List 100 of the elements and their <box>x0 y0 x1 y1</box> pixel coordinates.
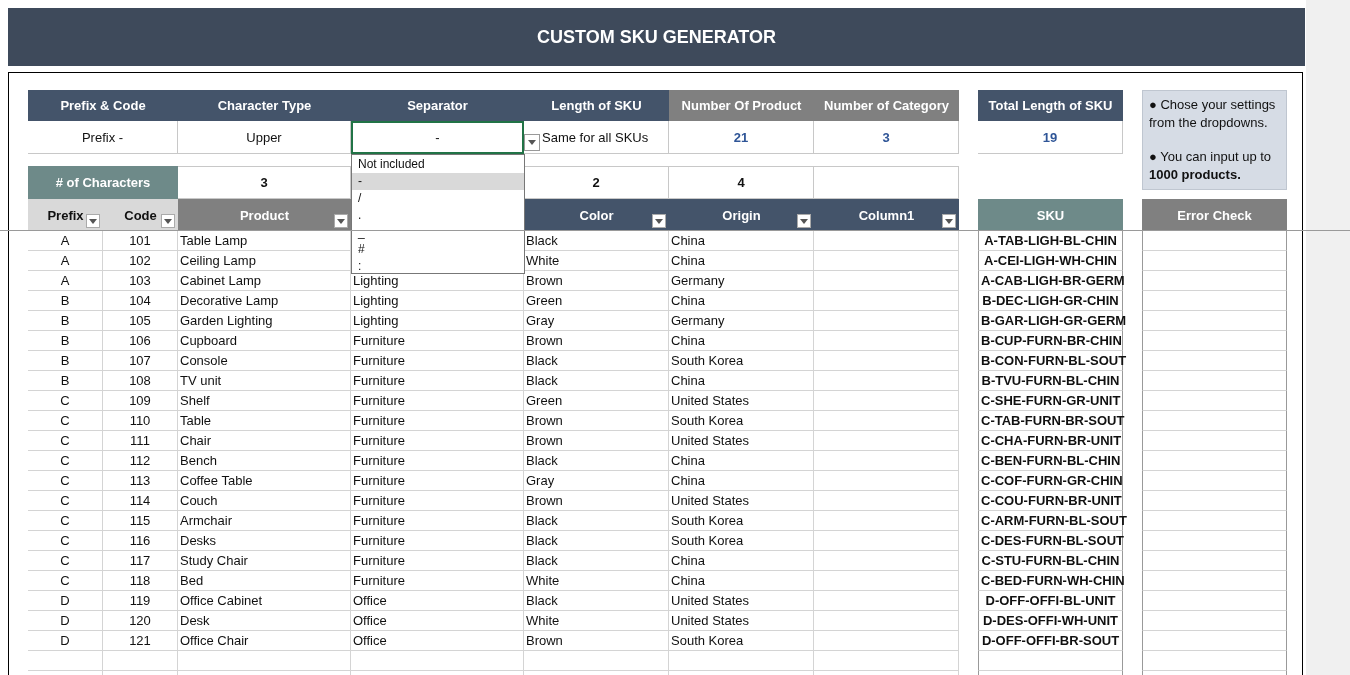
filter-button[interactable] <box>652 214 666 228</box>
table-cell: Desks <box>178 531 351 551</box>
table-cell: United States <box>669 491 814 511</box>
caret-icon <box>89 218 97 224</box>
setting-value[interactable]: 21 <box>669 121 814 154</box>
table-cell: Germany <box>669 311 814 331</box>
table-cell: Furniture <box>351 571 524 591</box>
column-title: Color <box>579 207 614 223</box>
table-cell: 108 <box>103 371 178 391</box>
setting-header: Character Type <box>178 90 351 121</box>
filter-button[interactable] <box>797 214 811 228</box>
table-cell: D <box>28 631 103 651</box>
sku-cell: D-DES-OFFI-WH-UNIT <box>978 611 1123 631</box>
filter-button[interactable] <box>86 214 100 228</box>
caret-icon <box>945 218 953 224</box>
setting-value[interactable]: Same for all SKUs <box>524 121 669 154</box>
table-cell: C <box>28 391 103 411</box>
table-cell: United States <box>669 591 814 611</box>
dropdown-option[interactable]: # <box>352 241 524 258</box>
filter-button[interactable] <box>942 214 956 228</box>
note-text: ● Chose your settings from the dropdowns. <box>1149 96 1277 132</box>
table-cell: Lighting <box>351 291 524 311</box>
table-cell: Green <box>524 291 669 311</box>
table-cell: South Korea <box>669 411 814 431</box>
sku-cell: C-BEN-FURN-BL-CHIN <box>978 451 1123 471</box>
dropdown-option[interactable]: . <box>352 207 524 224</box>
table-cell: Chair <box>178 431 351 451</box>
column-header: SKU <box>978 199 1123 231</box>
dropdown-option[interactable]: Not included <box>352 156 524 173</box>
table-cell: Bed <box>178 571 351 591</box>
table-cell: Bench <box>178 451 351 471</box>
table-cell: Cabinet Lamp <box>178 271 351 291</box>
sheet-title: CUSTOM SKU GENERATOR <box>537 26 776 48</box>
total-length-value: 19 <box>978 121 1123 154</box>
filter-button[interactable] <box>161 214 175 228</box>
table-cell: C <box>28 451 103 471</box>
table-cell: 120 <box>103 611 178 631</box>
table-cell: 113 <box>103 471 178 491</box>
table-cell: United States <box>669 431 814 451</box>
table-cell: Office <box>351 631 524 651</box>
table-cell: Brown <box>524 431 669 451</box>
table-cell: TV unit <box>178 371 351 391</box>
table-cell: Furniture <box>351 411 524 431</box>
sku-cell: C-DES-FURN-BL-SOUT <box>978 531 1123 551</box>
column-title: Column1 <box>858 207 915 223</box>
filter-button[interactable] <box>334 214 348 228</box>
dropdown-option[interactable]: / <box>352 190 524 207</box>
sku-cell: C-SHE-FURN-GR-UNIT <box>978 391 1123 411</box>
table-cell: South Korea <box>669 531 814 551</box>
sku-cell: C-CHA-FURN-BR-UNIT <box>978 431 1123 451</box>
characters-value[interactable]: 2 <box>524 166 669 199</box>
table-cell: Brown <box>524 411 669 431</box>
characters-value[interactable]: 4 <box>669 166 814 199</box>
table-cell: Desk <box>178 611 351 631</box>
table-cell: Brown <box>524 631 669 651</box>
table-cell: D <box>28 591 103 611</box>
sku-cell: B-DEC-LIGH-GR-CHIN <box>978 291 1123 311</box>
table-cell: Armchair <box>178 511 351 531</box>
setting-header: Separator <box>351 90 524 121</box>
table-cell: China <box>669 251 814 271</box>
setting-value[interactable]: Prefix - <box>28 121 178 154</box>
caret-icon <box>800 218 808 224</box>
setting-value[interactable]: - <box>351 121 524 154</box>
characters-value[interactable]: 3 <box>178 166 351 199</box>
setting-value[interactable]: Upper <box>178 121 351 154</box>
table-cell: Console <box>178 351 351 371</box>
table-cell: Office Cabinet <box>178 591 351 611</box>
sku-cell: C-BED-FURN-WH-CHIN <box>978 571 1123 591</box>
sku-cell: C-STU-FURN-BL-CHIN <box>978 551 1123 571</box>
table-cell: B <box>28 351 103 371</box>
table-cell: 118 <box>103 571 178 591</box>
table-cell: Furniture <box>351 491 524 511</box>
table-cell: China <box>669 291 814 311</box>
setting-header: Number Of Product <box>669 90 814 121</box>
dropdown-option[interactable]: _ <box>352 224 524 241</box>
table-cell: United States <box>669 391 814 411</box>
caret-icon <box>164 218 172 224</box>
table-cell: B <box>28 331 103 351</box>
table-cell: Cupboard <box>178 331 351 351</box>
table-cell: China <box>669 451 814 471</box>
table-cell: D <box>28 611 103 631</box>
table-cell: C <box>28 471 103 491</box>
table-cell: C <box>28 431 103 451</box>
table-cell: 114 <box>103 491 178 511</box>
table-cell: 111 <box>103 431 178 451</box>
table-cell: Furniture <box>351 451 524 471</box>
setting-header: Number of Category <box>814 90 959 121</box>
table-cell: 115 <box>103 511 178 531</box>
setting-value[interactable]: 3 <box>814 121 959 154</box>
sku-cell: D-OFF-OFFI-BR-SOUT <box>978 631 1123 651</box>
table-cell: Green <box>524 391 669 411</box>
table-cell: Furniture <box>351 371 524 391</box>
table-cell: Germany <box>669 271 814 291</box>
table-cell: 116 <box>103 531 178 551</box>
column-title: Product <box>239 207 290 223</box>
table-cell: B <box>28 311 103 331</box>
dropdown-button[interactable] <box>524 134 540 151</box>
table-cell: United States <box>669 611 814 631</box>
sku-cell: B-CUP-FURN-BR-CHIN <box>978 331 1123 351</box>
dropdown-option[interactable]: - <box>352 173 524 190</box>
